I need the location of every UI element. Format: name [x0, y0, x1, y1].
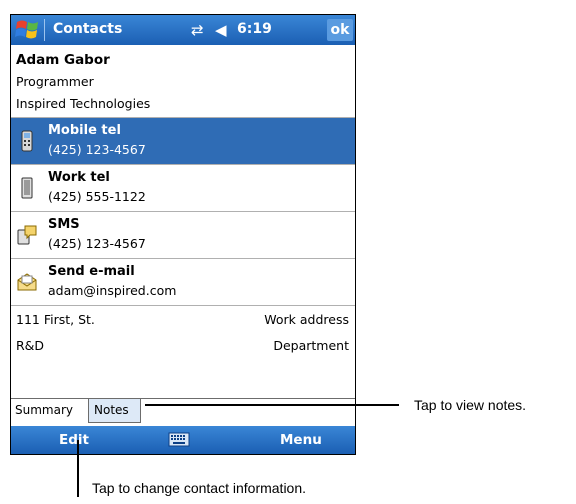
ok-button[interactable]: ok [327, 19, 353, 41]
title-bar: Contacts ⇄ ◀ 6:19 ok [11, 15, 355, 45]
contact-company: Inspired Technologies [16, 96, 151, 111]
department-value: R&D [16, 338, 45, 353]
windows-logo-icon[interactable] [13, 18, 43, 42]
tab-line [11, 398, 355, 399]
work-address-label: Work address [264, 312, 349, 327]
device-screen: Contacts ⇄ ◀ 6:19 ok Adam Gabor Programm… [10, 14, 356, 455]
app-title: Contacts [53, 21, 123, 37]
tab-notes[interactable]: Notes [88, 399, 141, 423]
contact-name: Adam Gabor [16, 52, 110, 68]
menu-button[interactable]: Menu [280, 432, 322, 448]
edit-callout-text: Tap to change contact information. [92, 480, 307, 496]
connectivity-icon[interactable]: ⇄ [191, 21, 204, 39]
action-label: SMS [48, 217, 80, 232]
notes-callout-line [145, 404, 399, 406]
action-work-tel[interactable]: Work tel (425) 555-1122 [11, 165, 355, 211]
action-label: Send e-mail [48, 264, 135, 279]
notes-callout-text: Tap to view notes. [414, 397, 527, 413]
action-sms[interactable]: SMS (425) 123-4567 [11, 212, 355, 258]
department-label: Department [273, 338, 349, 353]
work-phone-icon [16, 177, 38, 199]
mobile-phone-icon [16, 130, 38, 152]
title-separator [44, 19, 45, 41]
action-label: Mobile tel [48, 123, 121, 138]
action-value: adam@inspired.com [48, 283, 177, 298]
action-value: (425) 123-4567 [48, 142, 146, 157]
edit-button[interactable]: Edit [59, 432, 89, 448]
action-label: Work tel [48, 170, 110, 185]
tab-summary[interactable]: Summary [15, 403, 73, 417]
volume-icon[interactable]: ◀ [215, 21, 227, 39]
action-value: (425) 555-1122 [48, 189, 146, 204]
contact-job-title: Programmer [16, 74, 94, 89]
keyboard-icon[interactable] [168, 432, 190, 447]
clock[interactable]: 6:19 [237, 21, 272, 37]
action-value: (425) 123-4567 [48, 236, 146, 251]
menu-bar: Edit Menu [11, 426, 355, 454]
sms-icon [16, 224, 38, 246]
tab-strip: Summary Notes [11, 398, 355, 425]
email-icon [16, 271, 38, 293]
action-send-email[interactable]: Send e-mail adam@inspired.com [11, 259, 355, 305]
work-address-value: 111 First, St. [16, 312, 95, 327]
action-mobile-tel[interactable]: Mobile tel (425) 123-4567 [11, 118, 355, 164]
divider [11, 305, 355, 306]
edit-callout-line [77, 440, 79, 497]
